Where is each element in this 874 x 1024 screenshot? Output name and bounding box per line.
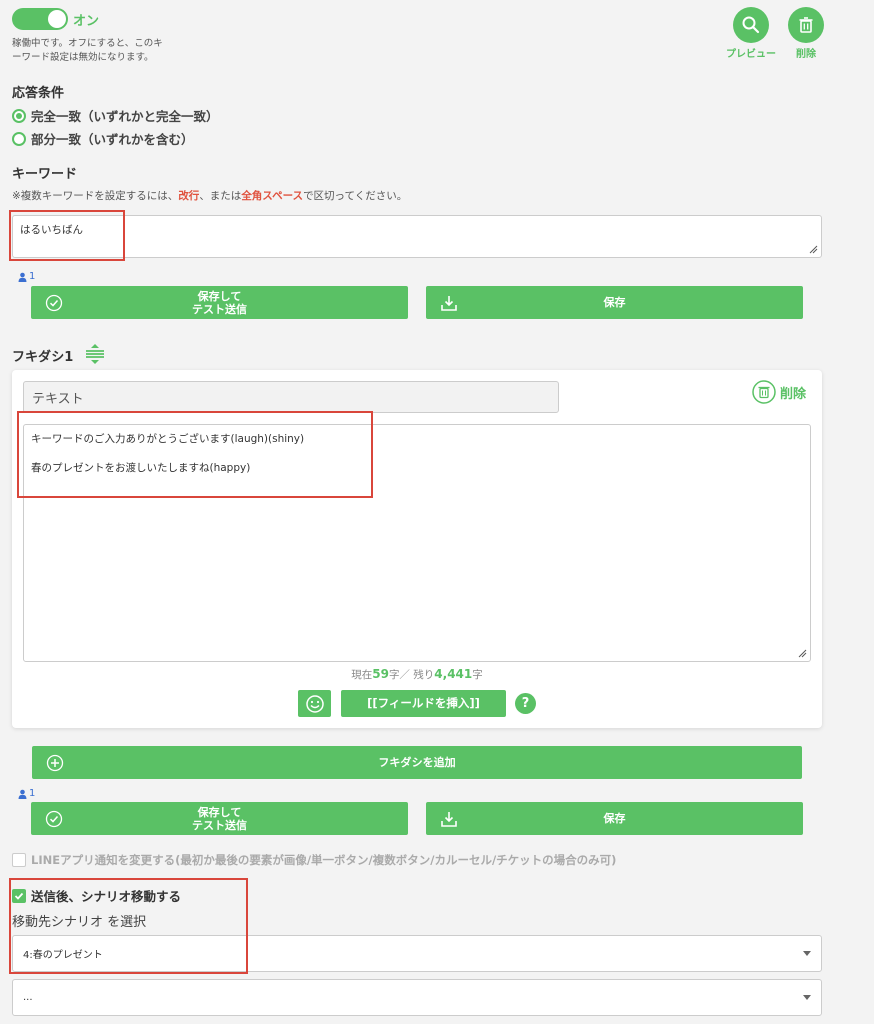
counter-prefix: 現在: [351, 669, 373, 681]
user-count-value: 1: [29, 271, 36, 282]
keyword-note: ※複数キーワードを設定するには、改行、または全角スペースで区切ってください。: [12, 188, 407, 203]
toggle-knob: [48, 10, 66, 28]
save-test-line2: テスト送信: [192, 302, 247, 316]
counter-mid: 字／ 残り: [388, 669, 435, 681]
radio-exact-match[interactable]: 完全一致（いずれかと完全一致）: [12, 106, 219, 125]
download-icon: [441, 811, 457, 827]
save-button-bottom[interactable]: 保存: [426, 802, 803, 835]
save-label: 保存: [603, 812, 626, 825]
help-button[interactable]: ?: [515, 693, 536, 714]
counter-suffix: 字: [472, 669, 483, 681]
toggle-label: オン: [73, 14, 100, 29]
delete-label: 削除: [796, 49, 816, 60]
note-mid: 、または: [199, 190, 242, 202]
counter-remaining: 4,441: [434, 667, 473, 681]
toggle-help-text: 稼働中です。オフにすると、このキ ーワード設定は無効になります。: [12, 37, 202, 65]
plus-circle-icon: [46, 754, 64, 771]
radio-partial-match[interactable]: 部分一致（いずれかを含む）: [12, 129, 194, 148]
search-icon: [733, 7, 769, 43]
user-icon: [18, 789, 27, 799]
active-toggle[interactable]: [12, 8, 68, 30]
add-bubble-button[interactable]: フキダシを追加: [32, 746, 802, 779]
save-test-line1: 保存して: [197, 289, 242, 303]
save-and-test-button-bottom[interactable]: 保存して テスト送信: [31, 802, 408, 835]
bubble-delete-label: 削除: [780, 386, 807, 402]
bubble-type-select[interactable]: テキスト: [23, 381, 559, 413]
help-line-2: ーワード設定は無効になります。: [12, 52, 154, 63]
line-notify-label: LINEアプリ通知を変更する(最初か最後の要素が画像/単一ボタン/複数ボタン/カ…: [31, 853, 617, 867]
bubble-delete-button[interactable]: 削除: [752, 380, 806, 404]
trash-circle-icon: [752, 380, 776, 404]
help-line-1: 稼働中です。オフにすると、このキ: [12, 38, 163, 49]
drag-handle-icon[interactable]: [84, 343, 106, 365]
bubble-title: フキダシ1: [12, 350, 74, 365]
trash-icon: [788, 7, 824, 43]
download-icon: [441, 295, 457, 311]
counter-current: 59: [372, 667, 389, 681]
emoji-button[interactable]: [298, 690, 331, 717]
preview-label: プレビュー: [726, 49, 776, 60]
user-icon: [18, 272, 27, 282]
note-red-2: 全角スペース: [241, 190, 304, 202]
save-button[interactable]: 保存: [426, 286, 803, 319]
checkbox-unchecked-icon: [12, 853, 26, 867]
note-red-1: 改行: [178, 190, 200, 202]
note-suffix: で区切ってください。: [303, 190, 408, 202]
radio-on-icon: [12, 108, 26, 123]
char-counter: 現在59字／ 残り4,441字: [12, 667, 822, 682]
check-circle-icon: [45, 294, 63, 311]
preview-button[interactable]: [733, 7, 769, 43]
radio-off-icon: [12, 131, 26, 146]
keyword-title: キーワード: [12, 167, 78, 182]
smiley-icon: [305, 694, 324, 713]
secondary-select[interactable]: ...: [12, 979, 822, 1016]
line-notify-option[interactable]: LINEアプリ通知を変更する(最初か最後の要素が画像/単一ボタン/複数ボタン/カ…: [12, 852, 616, 868]
keyword-value: はるいちばん: [20, 224, 83, 236]
save-label: 保存: [603, 296, 626, 309]
secondary-select-value: ...: [23, 992, 33, 1003]
bottom-user-count: 1: [18, 788, 35, 799]
check-circle-icon: [45, 810, 63, 827]
save-and-test-button[interactable]: 保存して テスト送信: [31, 286, 408, 319]
message-highlight-box: [17, 411, 373, 498]
caret-down-icon: [803, 950, 811, 956]
response-condition-title: 応答条件: [12, 86, 65, 101]
save-test-line2: テスト送信: [192, 818, 247, 832]
insert-field-button[interactable]: [[フィールドを挿入]]: [341, 690, 506, 717]
resize-handle-icon[interactable]: [808, 244, 818, 254]
caret-down-icon: [803, 994, 811, 1000]
delete-button[interactable]: [788, 7, 824, 43]
save-test-line1: 保存して: [197, 805, 242, 819]
radio-exact-label: 完全一致（いずれかと完全一致）: [31, 109, 219, 124]
radio-partial-label: 部分一致（いずれかを含む）: [31, 132, 194, 147]
user-count-value: 1: [29, 788, 36, 799]
resize-handle-icon[interactable]: [797, 648, 807, 658]
add-bubble-label: フキダシを追加: [378, 756, 456, 769]
keyword-textarea[interactable]: [12, 215, 822, 258]
scenario-highlight-box: [9, 878, 248, 974]
keyword-user-count: 1: [18, 271, 35, 282]
note-prefix: ※複数キーワードを設定するには、: [12, 190, 179, 202]
